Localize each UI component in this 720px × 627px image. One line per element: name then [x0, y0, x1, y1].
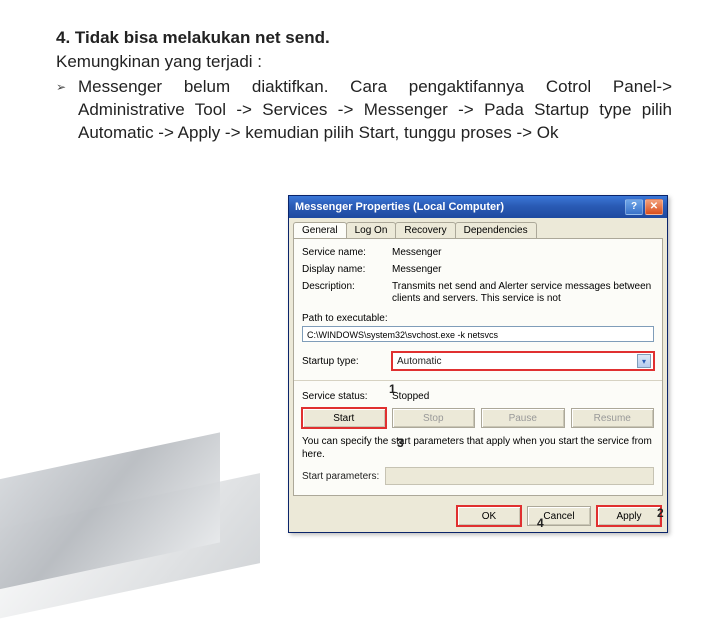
start-params-input[interactable]	[385, 467, 654, 485]
pause-button[interactable]: Pause	[481, 408, 565, 428]
start-button[interactable]: Start	[302, 408, 386, 428]
startup-type-value: Automatic	[397, 356, 637, 367]
tab-strip: General Log On Recovery Dependencies	[289, 218, 667, 238]
callout-3: 3	[397, 436, 404, 450]
section-heading: 4. Tidak bisa melakukan net send.	[56, 28, 672, 48]
chevron-right-icon: ➢	[56, 76, 78, 94]
start-params-note: You can specify the start parameters tha…	[302, 436, 654, 461]
bullet-text: Messenger belum diaktifkan. Cara pengakt…	[78, 76, 672, 145]
tab-dependencies[interactable]: Dependencies	[455, 222, 537, 238]
value-display-name: Messenger	[392, 264, 654, 275]
value-description: Transmits net send and Alerter service m…	[392, 281, 654, 307]
label-start-params: Start parameters:	[302, 471, 379, 482]
label-display-name: Display name:	[302, 264, 392, 275]
close-button[interactable]: ✕	[645, 199, 663, 215]
dialog-bottom-buttons: OK Cancel Apply	[289, 500, 667, 532]
section-subheading: Kemungkinan yang terjadi :	[56, 52, 672, 72]
value-service-name: Messenger	[392, 247, 654, 258]
chevron-down-icon: ▾	[637, 354, 651, 368]
tab-recovery[interactable]: Recovery	[395, 222, 455, 238]
apply-button[interactable]: Apply	[597, 506, 661, 526]
document-body: 4. Tidak bisa melakukan net send. Kemung…	[0, 0, 720, 145]
callout-4: 4	[537, 516, 544, 530]
titlebar[interactable]: Messenger Properties (Local Computer) ? …	[289, 196, 667, 218]
ok-button[interactable]: OK	[457, 506, 521, 526]
value-path: C:\WINDOWS\system32\svchost.exe -k netsv…	[302, 326, 654, 342]
label-service-name: Service name:	[302, 247, 392, 258]
titlebar-text: Messenger Properties (Local Computer)	[295, 201, 623, 213]
tab-log-on[interactable]: Log On	[346, 222, 397, 238]
label-startup-type: Startup type:	[302, 356, 392, 367]
help-button[interactable]: ?	[625, 199, 643, 215]
properties-dialog: Messenger Properties (Local Computer) ? …	[288, 195, 668, 533]
callout-1: 1	[389, 382, 396, 396]
value-service-status: Stopped	[392, 391, 654, 402]
stop-button[interactable]: Stop	[392, 408, 476, 428]
general-pane: Service name: Messenger Display name: Me…	[293, 238, 663, 496]
label-description: Description:	[302, 281, 392, 292]
label-path: Path to executable:	[302, 313, 654, 324]
label-service-status: Service status:	[302, 391, 392, 402]
resume-button[interactable]: Resume	[571, 408, 655, 428]
callout-2: 2	[657, 506, 664, 520]
startup-type-dropdown[interactable]: Automatic ▾	[392, 352, 654, 370]
bullet-item: ➢ Messenger belum diaktifkan. Cara penga…	[56, 76, 672, 145]
tab-general[interactable]: General	[293, 222, 347, 238]
